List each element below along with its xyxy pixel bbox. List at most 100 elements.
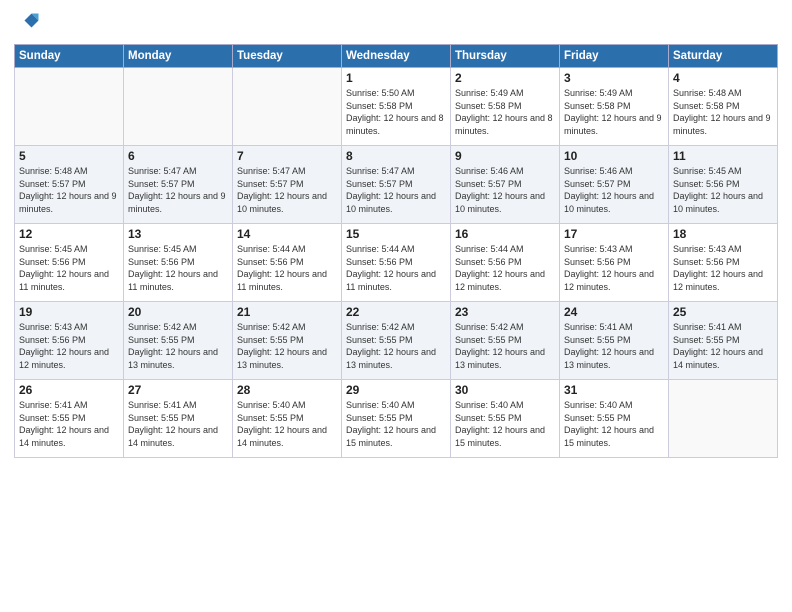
calendar-cell: 31 Sunrise: 5:40 AMSunset: 5:55 PMDayligh… bbox=[560, 380, 669, 458]
week-row-3: 12 Sunrise: 5:45 AMSunset: 5:56 PMDayligh… bbox=[15, 224, 778, 302]
calendar-cell: 5 Sunrise: 5:48 AMSunset: 5:57 PMDaylight… bbox=[15, 146, 124, 224]
week-row-1: 1Sunrise: 5:50 AMSunset: 5:58 PMDaylight… bbox=[15, 68, 778, 146]
day-number: 11 bbox=[673, 149, 773, 163]
calendar-table: SundayMondayTuesdayWednesdayThursdayFrid… bbox=[14, 44, 778, 458]
calendar-cell: 11 Sunrise: 5:45 AMSunset: 5:56 PMDayligh… bbox=[669, 146, 778, 224]
calendar-cell: 12Sunrise: 5:45 AMSunset: 5:56 PMDayligh… bbox=[15, 224, 124, 302]
calendar-cell: 8 Sunrise: 5:47 AMSunset: 5:57 PMDaylight… bbox=[342, 146, 451, 224]
day-info: Sunrise: 5:45 AMSunset: 5:56 PMDaylight:… bbox=[673, 165, 773, 215]
calendar-cell bbox=[669, 380, 778, 458]
calendar-cell: 19 Sunrise: 5:43 AMSunset: 5:56 PMDayligh… bbox=[15, 302, 124, 380]
day-number: 26 bbox=[19, 383, 119, 397]
day-number: 31 bbox=[564, 383, 664, 397]
calendar-cell: 16Sunrise: 5:44 AMSunset: 5:56 PMDayligh… bbox=[451, 224, 560, 302]
day-number: 3 bbox=[564, 71, 664, 85]
day-number: 24 bbox=[564, 305, 664, 319]
day-info: Sunrise: 5:48 AMSunset: 5:57 PMDaylight:… bbox=[19, 165, 119, 215]
day-number: 28 bbox=[237, 383, 337, 397]
day-info: Sunrise: 5:46 AMSunset: 5:57 PMDaylight:… bbox=[455, 165, 555, 215]
day-number: 22 bbox=[346, 305, 446, 319]
day-number: 4 bbox=[673, 71, 773, 85]
day-info: Sunrise: 5:44 AMSunset: 5:56 PMDaylight:… bbox=[455, 243, 555, 293]
calendar-cell: 7 Sunrise: 5:47 AMSunset: 5:57 PMDaylight… bbox=[233, 146, 342, 224]
calendar-cell: 28 Sunrise: 5:40 AMSunset: 5:55 PMDayligh… bbox=[233, 380, 342, 458]
day-info: Sunrise: 5:42 AMSunset: 5:55 PMDaylight:… bbox=[237, 321, 337, 371]
day-number: 7 bbox=[237, 149, 337, 163]
page: SundayMondayTuesdayWednesdayThursdayFrid… bbox=[0, 0, 792, 612]
day-number: 1 bbox=[346, 71, 446, 85]
calendar-cell: 6 Sunrise: 5:47 AMSunset: 5:57 PMDaylight… bbox=[124, 146, 233, 224]
day-number: 17 bbox=[564, 227, 664, 241]
calendar-cell: 21Sunrise: 5:42 AMSunset: 5:55 PMDayligh… bbox=[233, 302, 342, 380]
calendar-cell: 23 Sunrise: 5:42 AMSunset: 5:55 PMDayligh… bbox=[451, 302, 560, 380]
day-info: Sunrise: 5:44 AMSunset: 5:56 PMDaylight:… bbox=[237, 243, 337, 293]
logo bbox=[14, 10, 46, 38]
calendar-cell: 13 Sunrise: 5:45 AMSunset: 5:56 PMDayligh… bbox=[124, 224, 233, 302]
day-number: 25 bbox=[673, 305, 773, 319]
calendar-cell: 17Sunrise: 5:43 AMSunset: 5:56 PMDayligh… bbox=[560, 224, 669, 302]
day-number: 20 bbox=[128, 305, 228, 319]
day-number: 30 bbox=[455, 383, 555, 397]
day-info: Sunrise: 5:41 AMSunset: 5:55 PMDaylight:… bbox=[19, 399, 119, 449]
calendar-cell bbox=[124, 68, 233, 146]
calendar-cell: 25 Sunrise: 5:41 AMSunset: 5:55 PMDayligh… bbox=[669, 302, 778, 380]
weekday-header-tuesday: Tuesday bbox=[233, 45, 342, 68]
calendar-cell: 22 Sunrise: 5:42 AMSunset: 5:55 PMDayligh… bbox=[342, 302, 451, 380]
day-number: 15 bbox=[346, 227, 446, 241]
day-info: Sunrise: 5:41 AMSunset: 5:55 PMDaylight:… bbox=[673, 321, 773, 371]
day-info: Sunrise: 5:43 AMSunset: 5:56 PMDaylight:… bbox=[19, 321, 119, 371]
day-info: Sunrise: 5:47 AMSunset: 5:57 PMDaylight:… bbox=[237, 165, 337, 215]
day-info: Sunrise: 5:46 AMSunset: 5:57 PMDaylight:… bbox=[564, 165, 664, 215]
calendar-cell: 3 Sunrise: 5:49 AMSunset: 5:58 PMDaylight… bbox=[560, 68, 669, 146]
calendar-cell: 27Sunrise: 5:41 AMSunset: 5:55 PMDayligh… bbox=[124, 380, 233, 458]
day-info: Sunrise: 5:42 AMSunset: 5:55 PMDaylight:… bbox=[128, 321, 228, 371]
calendar-cell: 18Sunrise: 5:43 AMSunset: 5:56 PMDayligh… bbox=[669, 224, 778, 302]
calendar-cell: 9Sunrise: 5:46 AMSunset: 5:57 PMDaylight… bbox=[451, 146, 560, 224]
weekday-header-wednesday: Wednesday bbox=[342, 45, 451, 68]
day-number: 12 bbox=[19, 227, 119, 241]
day-number: 6 bbox=[128, 149, 228, 163]
day-number: 10 bbox=[564, 149, 664, 163]
day-number: 19 bbox=[19, 305, 119, 319]
calendar-cell: 10 Sunrise: 5:46 AMSunset: 5:57 PMDayligh… bbox=[560, 146, 669, 224]
week-row-5: 26 Sunrise: 5:41 AMSunset: 5:55 PMDayligh… bbox=[15, 380, 778, 458]
day-info: Sunrise: 5:47 AMSunset: 5:57 PMDaylight:… bbox=[346, 165, 446, 215]
day-info: Sunrise: 5:49 AMSunset: 5:58 PMDaylight:… bbox=[564, 87, 664, 137]
day-info: Sunrise: 5:43 AMSunset: 5:56 PMDaylight:… bbox=[673, 243, 773, 293]
day-info: Sunrise: 5:47 AMSunset: 5:57 PMDaylight:… bbox=[128, 165, 228, 215]
calendar-cell: 1Sunrise: 5:50 AMSunset: 5:58 PMDaylight… bbox=[342, 68, 451, 146]
calendar-cell: 30 Sunrise: 5:40 AMSunset: 5:55 PMDayligh… bbox=[451, 380, 560, 458]
calendar-cell: 26 Sunrise: 5:41 AMSunset: 5:55 PMDayligh… bbox=[15, 380, 124, 458]
calendar-cell: 15 Sunrise: 5:44 AMSunset: 5:56 PMDayligh… bbox=[342, 224, 451, 302]
day-number: 23 bbox=[455, 305, 555, 319]
day-info: Sunrise: 5:40 AMSunset: 5:55 PMDaylight:… bbox=[237, 399, 337, 449]
calendar-cell: 24 Sunrise: 5:41 AMSunset: 5:55 PMDayligh… bbox=[560, 302, 669, 380]
day-info: Sunrise: 5:40 AMSunset: 5:55 PMDaylight:… bbox=[564, 399, 664, 449]
weekday-header-saturday: Saturday bbox=[669, 45, 778, 68]
week-row-4: 19 Sunrise: 5:43 AMSunset: 5:56 PMDayligh… bbox=[15, 302, 778, 380]
day-info: Sunrise: 5:42 AMSunset: 5:55 PMDaylight:… bbox=[455, 321, 555, 371]
weekday-header-row: SundayMondayTuesdayWednesdayThursdayFrid… bbox=[15, 45, 778, 68]
calendar-cell: 14 Sunrise: 5:44 AMSunset: 5:56 PMDayligh… bbox=[233, 224, 342, 302]
day-number: 14 bbox=[237, 227, 337, 241]
day-info: Sunrise: 5:40 AMSunset: 5:55 PMDaylight:… bbox=[455, 399, 555, 449]
weekday-header-friday: Friday bbox=[560, 45, 669, 68]
day-number: 13 bbox=[128, 227, 228, 241]
calendar-cell: 4 Sunrise: 5:48 AMSunset: 5:58 PMDaylight… bbox=[669, 68, 778, 146]
calendar-cell: 2Sunrise: 5:49 AMSunset: 5:58 PMDaylight… bbox=[451, 68, 560, 146]
day-info: Sunrise: 5:42 AMSunset: 5:55 PMDaylight:… bbox=[346, 321, 446, 371]
calendar-cell bbox=[15, 68, 124, 146]
day-info: Sunrise: 5:41 AMSunset: 5:55 PMDaylight:… bbox=[128, 399, 228, 449]
day-number: 8 bbox=[346, 149, 446, 163]
calendar-cell: 29Sunrise: 5:40 AMSunset: 5:55 PMDayligh… bbox=[342, 380, 451, 458]
day-info: Sunrise: 5:41 AMSunset: 5:55 PMDaylight:… bbox=[564, 321, 664, 371]
header bbox=[14, 10, 778, 38]
day-info: Sunrise: 5:45 AMSunset: 5:56 PMDaylight:… bbox=[128, 243, 228, 293]
week-row-2: 5 Sunrise: 5:48 AMSunset: 5:57 PMDaylight… bbox=[15, 146, 778, 224]
logo-icon bbox=[14, 10, 42, 38]
day-number: 29 bbox=[346, 383, 446, 397]
day-info: Sunrise: 5:48 AMSunset: 5:58 PMDaylight:… bbox=[673, 87, 773, 137]
weekday-header-sunday: Sunday bbox=[15, 45, 124, 68]
day-info: Sunrise: 5:44 AMSunset: 5:56 PMDaylight:… bbox=[346, 243, 446, 293]
day-number: 5 bbox=[19, 149, 119, 163]
